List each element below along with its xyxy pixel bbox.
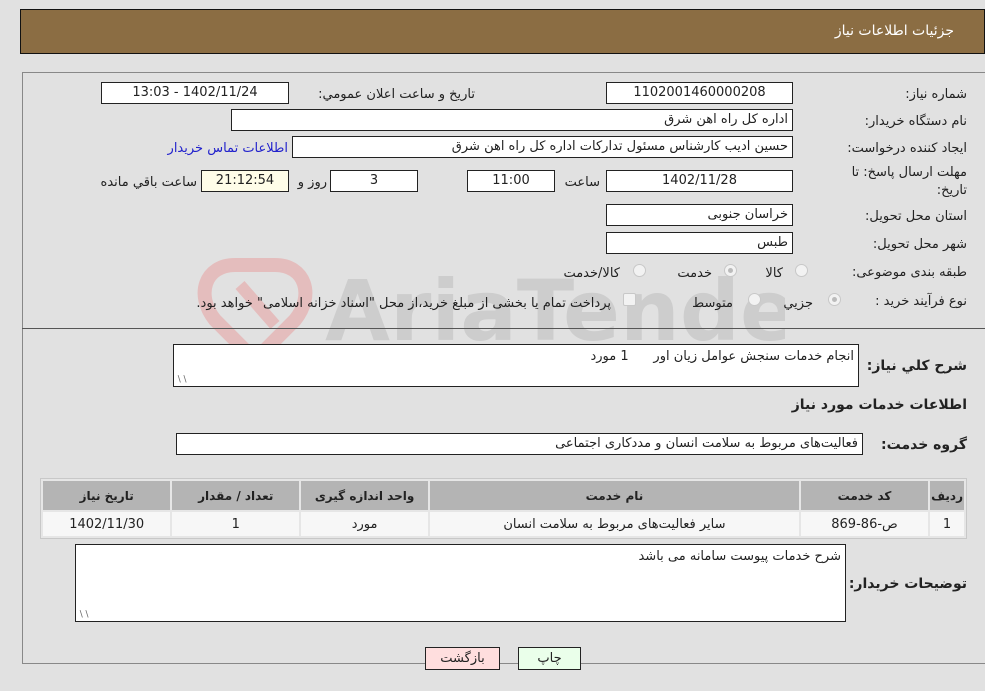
service-group-label: گروه خدمت:	[881, 437, 967, 453]
days-remaining-field: 3	[330, 170, 418, 192]
back-button[interactable]: بازگشت	[425, 647, 500, 670]
city-field: طبس	[606, 232, 793, 254]
buyer-org-field: اداره کل راه اهن شرق	[231, 109, 793, 131]
col-header-need-date: تاریخ نیاز	[43, 481, 171, 510]
time-remaining-field: 21:12:54	[201, 170, 289, 192]
col-header-unit: واحد اندازه گیری	[301, 481, 428, 510]
province-field: خراسان جنوبی	[606, 204, 793, 226]
cell-unit: مورد	[301, 512, 428, 536]
need-number-label: شماره نیاز:	[905, 87, 967, 102]
treasury-checkbox[interactable]	[623, 293, 636, 306]
deadline-time-label: ساعت	[564, 175, 600, 190]
category-label: طبقه بندی موضوعی:	[851, 265, 967, 280]
cell-service-name: سایر فعالیت‌های مربوط به سلامت انسان	[429, 512, 799, 536]
buyer-notes-label: توضیحات خریدار:	[848, 576, 967, 592]
buyer-org-label: نام دستگاه خریدار:	[864, 114, 967, 129]
category-option-service: خدمت	[677, 266, 712, 281]
days-label: روز و	[297, 175, 327, 190]
purchase-type-radio-minor[interactable]	[828, 293, 841, 306]
requester-label: ایجاد کننده درخواست:	[847, 141, 967, 156]
cell-row-number: 1	[930, 512, 964, 536]
category-option-goods-service: کالا/خدمت	[563, 266, 620, 281]
treasury-note: پرداخت تمام یا بخشی از مبلغ خرید،از محل …	[196, 296, 611, 311]
buyer-notes-text: شرح خدمات پیوست سامانه می باشد	[638, 549, 841, 564]
cell-quantity: 1	[172, 512, 300, 536]
category-option-goods: کالا	[765, 266, 783, 281]
table-row: 1 ص-86-869 سایر فعالیت‌های مربوط به سلام…	[43, 512, 964, 536]
category-radio-goods[interactable]	[795, 264, 808, 277]
cell-service-code: ص-86-869	[800, 512, 929, 536]
summary-textarea[interactable]: انجام خدمات سنجش عوامل زیان اور 1 مورد ∖…	[173, 344, 859, 387]
col-header-row-number: ردیف	[930, 481, 964, 510]
page-title: جزئیات اطلاعات نیاز	[834, 23, 954, 39]
purchase-type-option-medium: متوسط	[692, 296, 733, 311]
deadline-date-field: 1402/11/28	[606, 170, 793, 192]
purchase-type-radio-medium[interactable]	[748, 293, 761, 306]
deadline-label-2: تاریخ:	[936, 183, 967, 198]
announce-datetime-field: 1402/11/24 - 13:03	[101, 82, 289, 104]
col-header-service-name: نام خدمت	[429, 481, 799, 510]
category-radio-service[interactable]	[724, 264, 737, 277]
purchase-type-option-minor: جزيي	[783, 296, 813, 311]
services-table: ردیف کد خدمت نام خدمت واحد اندازه گیری ت…	[40, 478, 967, 539]
cell-need-date: 1402/11/30	[43, 512, 171, 536]
page-header: جزئیات اطلاعات نیاز	[20, 9, 985, 54]
deadline-label: مهلت ارسال پاسخ: تا	[851, 165, 967, 180]
section-divider	[22, 328, 985, 329]
services-section-title: اطلاعات خدمات مورد نياز	[791, 397, 967, 413]
deadline-time-field: 11:00	[467, 170, 555, 192]
resize-handle-icon[interactable]: ∖∖	[176, 376, 187, 385]
announce-datetime-label: تاریخ و ساعت اعلان عمومي:	[318, 87, 475, 102]
province-label: استان محل تحویل:	[865, 209, 967, 224]
buyer-notes-textarea[interactable]: شرح خدمات پیوست سامانه می باشد ∖∖	[75, 544, 846, 622]
purchase-type-label: نوع فرآیند خرید :	[875, 294, 967, 309]
service-group-field: فعالیت‌های مربوط به سلامت انسان و مددکار…	[176, 433, 863, 455]
time-remaining-label: ساعت باقي مانده	[100, 175, 197, 190]
summary-label: شرح كلي نياز:	[866, 358, 967, 374]
table-header-row: ردیف کد خدمت نام خدمت واحد اندازه گیری ت…	[43, 481, 964, 510]
print-button[interactable]: چاپ	[518, 647, 581, 670]
category-radio-goods-service[interactable]	[633, 264, 646, 277]
buyer-contact-link[interactable]: اطلاعات تماس خریدار	[168, 141, 288, 156]
city-label: شهر محل تحویل:	[872, 237, 967, 252]
need-number-field: 1102001460000208	[606, 82, 793, 104]
col-header-quantity: تعداد / مقدار	[172, 481, 300, 510]
summary-text: انجام خدمات سنجش عوامل زیان اور 1 مورد	[590, 349, 854, 364]
resize-handle-icon[interactable]: ∖∖	[78, 611, 89, 620]
requester-field: حسین ادیب کارشناس مسئول تدارکات اداره کل…	[292, 136, 793, 158]
col-header-service-code: کد خدمت	[800, 481, 929, 510]
